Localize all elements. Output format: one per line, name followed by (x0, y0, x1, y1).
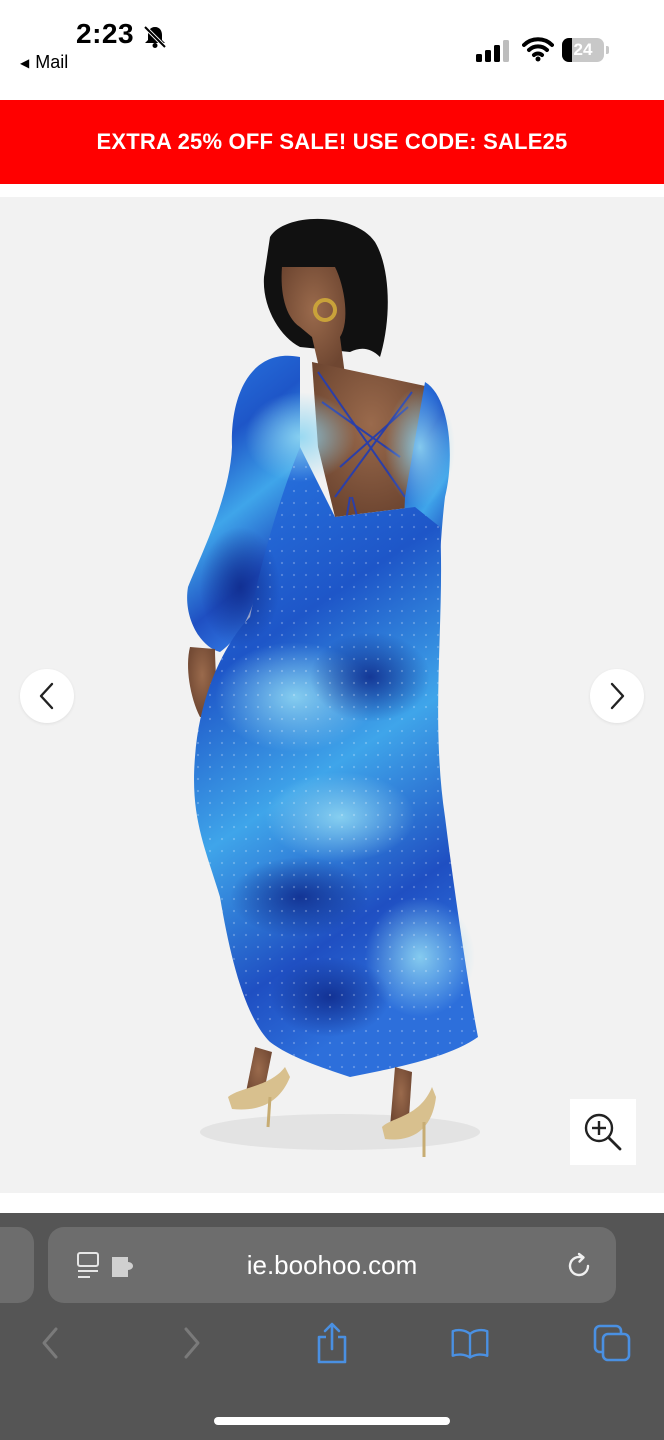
status-bar: 2:23 ◀ Mail 24 (0, 0, 664, 100)
tabs-button[interactable] (592, 1321, 632, 1365)
product-image (187, 218, 480, 1157)
zoom-image-button[interactable] (570, 1099, 636, 1165)
battery-body: 24 (562, 38, 604, 62)
previous-tab-preview[interactable] (0, 1227, 34, 1303)
home-indicator[interactable] (214, 1417, 450, 1425)
chevron-left-icon (39, 682, 54, 710)
cellular-signal-icon (476, 40, 509, 62)
back-icon (42, 1327, 58, 1359)
url-text: ie.boohoo.com (246, 1250, 418, 1280)
tabs-icon (593, 1324, 631, 1362)
promo-text: EXTRA 25% OFF SALE! USE CODE: SALE25 (96, 129, 568, 154)
product-image-gallery[interactable] (0, 197, 664, 1193)
promo-banner[interactable]: EXTRA 25% OFF SALE! USE CODE: SALE25 (0, 100, 664, 184)
bookmarks-icon (451, 1328, 489, 1359)
back-to-mail-link[interactable]: ◀ Mail (20, 52, 68, 73)
back-button[interactable] (30, 1321, 70, 1365)
bell-muted-icon (143, 25, 167, 49)
bookmarks-button[interactable] (450, 1321, 490, 1365)
back-to-mail-label: Mail (35, 52, 69, 72)
browser-toolbar: ie.boohoo.com (0, 1213, 664, 1440)
back-triangle-icon: ◀ (20, 55, 30, 70)
next-image-button[interactable] (590, 669, 644, 723)
clock: 2:23 (76, 18, 135, 49)
previous-image-button[interactable] (20, 669, 74, 723)
share-button[interactable] (312, 1321, 352, 1365)
battery-indicator: 24 (562, 38, 610, 62)
wifi-icon (522, 37, 554, 62)
battery-nub (606, 46, 609, 54)
reload-icon[interactable] (564, 1251, 594, 1281)
zoom-in-icon (584, 1113, 622, 1151)
forward-icon (184, 1327, 200, 1359)
chevron-right-icon (610, 682, 625, 710)
battery-level: 24 (573, 40, 593, 59)
forward-button[interactable] (172, 1321, 212, 1365)
address-bar[interactable]: ie.boohoo.com (48, 1227, 616, 1303)
share-icon (317, 1322, 347, 1364)
